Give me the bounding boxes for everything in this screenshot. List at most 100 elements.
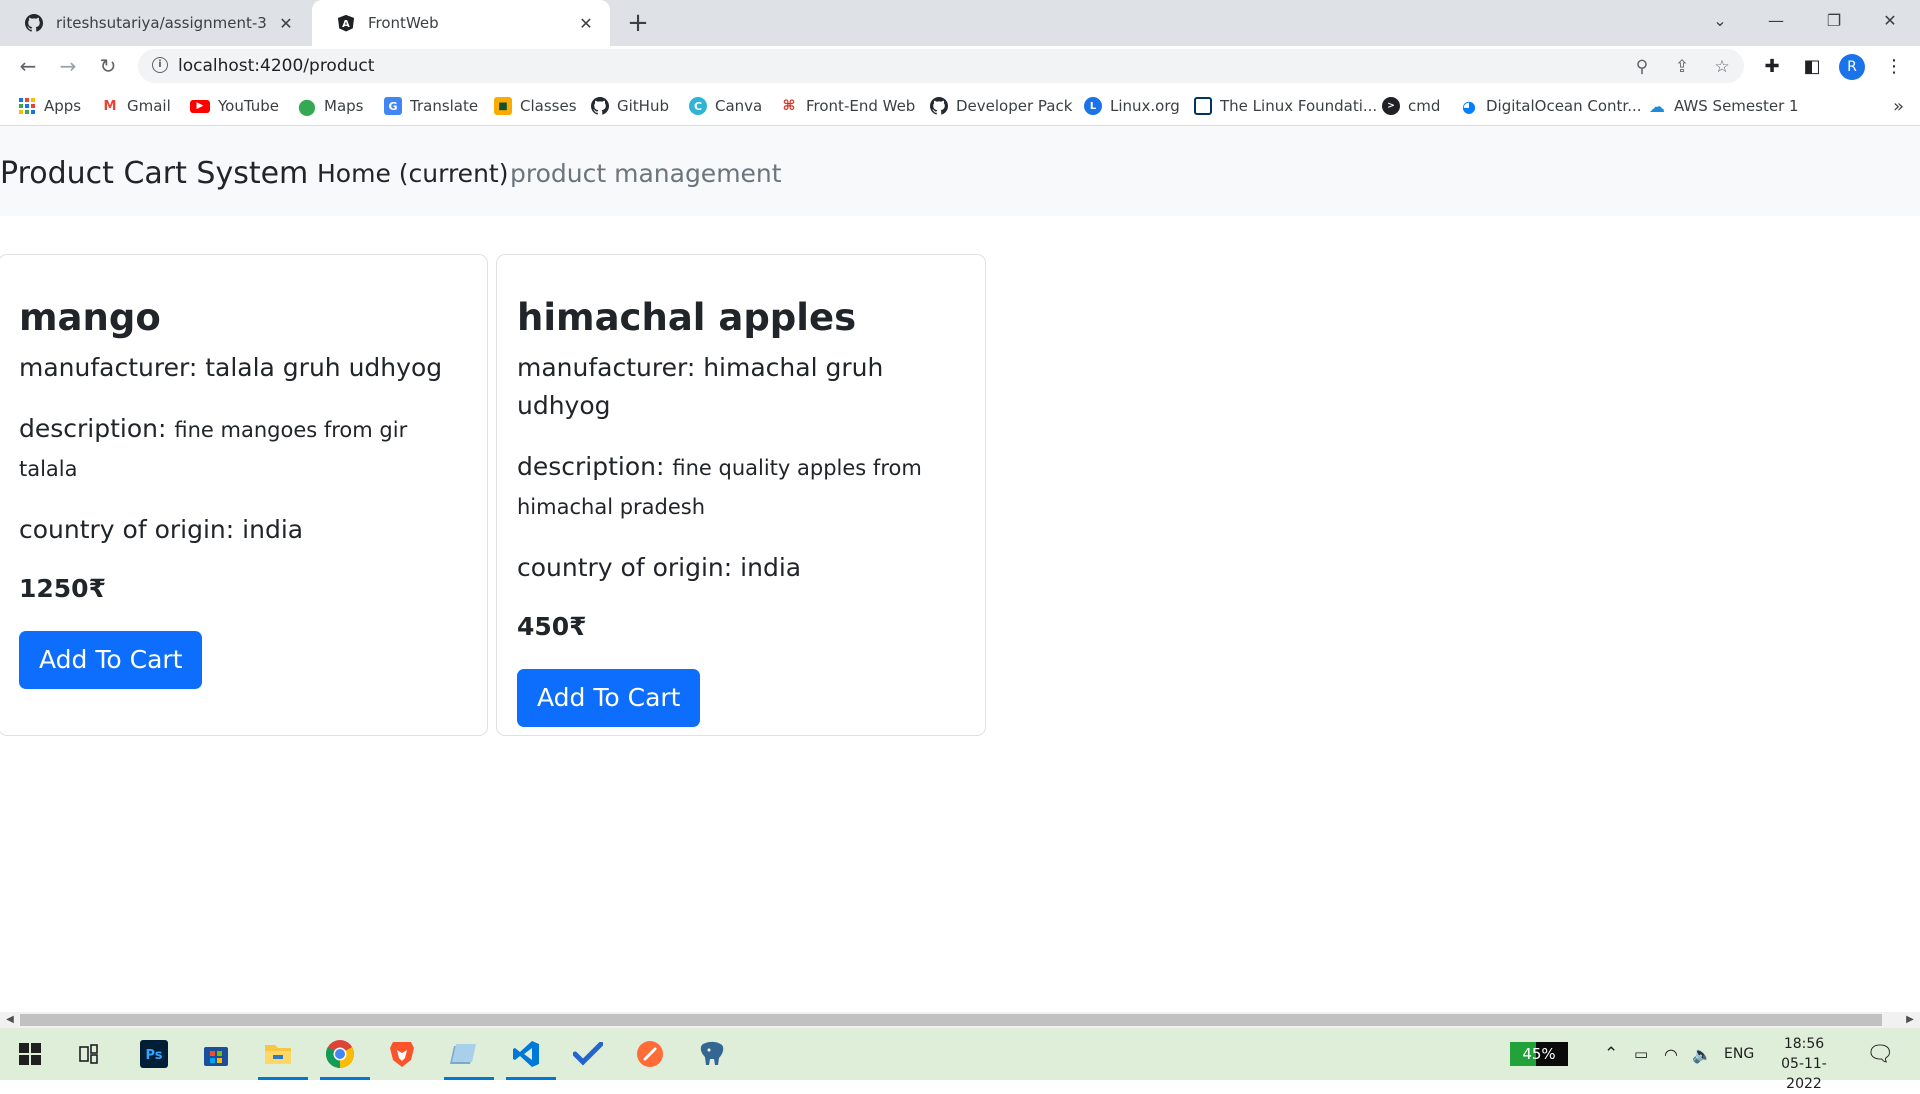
linux-org-icon: L: [1084, 97, 1102, 115]
classroom-icon: ■: [494, 97, 512, 115]
brave-icon[interactable]: [382, 1034, 422, 1074]
bookmark-label: The Linux Foundati...: [1220, 97, 1378, 115]
notepad-app-icon[interactable]: [444, 1034, 494, 1080]
side-panel-icon[interactable]: ◧: [1796, 50, 1828, 82]
bookmark-github[interactable]: GitHub: [591, 86, 669, 126]
bookmark-label: YouTube: [218, 97, 279, 115]
show-hidden-icons-chevron-icon[interactable]: ⌃: [1604, 1028, 1618, 1080]
product-origin: country of origin: india: [19, 511, 449, 549]
nav-link-product-management[interactable]: product management: [510, 126, 782, 222]
cmd-icon: >: [1382, 97, 1400, 115]
postman-icon[interactable]: [630, 1034, 670, 1074]
origin-label: country of origin:: [19, 515, 243, 544]
bookmark-label: Maps: [324, 97, 364, 115]
photoshop-icon[interactable]: Ps: [134, 1034, 174, 1074]
clock-time: 18:56: [1783, 1036, 1825, 1052]
zoom-icon[interactable]: ⚲: [1632, 57, 1652, 77]
windows-start-icon[interactable]: [10, 1034, 50, 1074]
bookmark-front-end-web[interactable]: ⌘ Front-End Web: [780, 86, 916, 126]
profile-avatar[interactable]: R: [1839, 54, 1865, 80]
bookmark-star-icon[interactable]: ☆: [1712, 57, 1732, 77]
todo-checkmark-icon[interactable]: [568, 1034, 608, 1074]
bookmark-label: AWS Semester 1: [1674, 97, 1799, 115]
page-viewport: Product Cart System Home (current) produ…: [0, 126, 1920, 1012]
notifications-icon[interactable]: 🗨: [1866, 1028, 1894, 1080]
bookmark-gmail[interactable]: M Gmail: [101, 86, 171, 126]
address-bar[interactable]: i localhost:4200/product ⚲ ⇪ ☆: [138, 49, 1744, 83]
linux-foundation-icon: [1194, 97, 1212, 115]
bookmarks-overflow-icon[interactable]: »: [1893, 86, 1904, 126]
bookmark-youtube[interactable]: ▶ YouTube: [190, 86, 279, 126]
volume-icon[interactable]: 🔈: [1692, 1028, 1712, 1080]
bookmark-linux-foundation[interactable]: The Linux Foundati...: [1194, 86, 1377, 126]
tab-frontweb[interactable]: A FrontWeb ✕: [312, 0, 610, 46]
close-window-button[interactable]: ✕: [1862, 0, 1918, 40]
task-view-icon[interactable]: [70, 1034, 110, 1074]
tab-github-assignment[interactable]: riteshsutariya/assignment-3 ✕: [0, 0, 310, 46]
bookmark-label: DigitalOcean Contr...: [1486, 97, 1642, 115]
product-manufacturer: manufacturer: talala gruh udhyog: [19, 349, 449, 387]
scrollbar-thumb[interactable]: [20, 1014, 1882, 1026]
bookmark-label: Developer Pack: [956, 97, 1073, 115]
nav-link-home[interactable]: Home (current): [317, 126, 508, 222]
origin-label: country of origin:: [517, 553, 741, 582]
reload-icon[interactable]: ↻: [92, 50, 124, 82]
angular-icon: A: [336, 13, 356, 33]
wifi-icon[interactable]: ◠: [1664, 1028, 1678, 1080]
bookmark-canva[interactable]: C Canva: [689, 86, 762, 126]
bookmark-label: Apps: [44, 97, 82, 115]
bookmark-label: Canva: [715, 97, 763, 115]
new-tab-button[interactable]: +: [622, 7, 654, 39]
bookmark-maps[interactable]: ⬤ Maps: [298, 86, 363, 126]
microsoft-store-icon[interactable]: [196, 1034, 236, 1074]
forward-arrow-icon[interactable]: →: [52, 50, 84, 82]
bookmark-label: Front-End Web: [806, 97, 916, 115]
battery-icon[interactable]: ▭: [1634, 1028, 1648, 1080]
scroll-right-arrow-icon[interactable]: ▶: [1902, 1012, 1918, 1028]
product-price: 450₹: [517, 612, 587, 641]
url-text[interactable]: localhost:4200/product: [178, 49, 374, 83]
clock-date: 05-11-2022: [1781, 1056, 1827, 1092]
bookmark-translate[interactable]: G Translate: [384, 86, 478, 126]
bookmark-apps[interactable]: Apps: [18, 86, 81, 126]
github-icon: [24, 13, 44, 33]
back-arrow-icon[interactable]: ←: [12, 50, 44, 82]
language-indicator[interactable]: ENG: [1724, 1028, 1754, 1080]
close-icon[interactable]: ✕: [574, 11, 598, 35]
postgresql-elephant-icon[interactable]: [692, 1034, 732, 1074]
battery-indicator[interactable]: 45%: [1510, 1042, 1568, 1066]
bookmark-label: Translate: [410, 97, 479, 115]
add-to-cart-button[interactable]: Add To Cart: [517, 669, 701, 727]
close-icon[interactable]: ✕: [274, 11, 298, 35]
bookmark-linux-org[interactable]: L Linux.org: [1084, 86, 1180, 126]
svg-text:Ps: Ps: [145, 1048, 162, 1063]
bookmark-classes[interactable]: ■ Classes: [494, 86, 577, 126]
frontend-icon: ⌘: [782, 98, 796, 114]
chrome-icon[interactable]: [320, 1034, 370, 1080]
scroll-left-arrow-icon[interactable]: ◀: [2, 1012, 18, 1028]
file-explorer-icon[interactable]: [258, 1034, 308, 1080]
bookmark-label: GitHub: [617, 97, 669, 115]
restore-button[interactable]: ❐: [1806, 0, 1862, 40]
horizontal-scrollbar[interactable]: ◀ ▶: [0, 1012, 1920, 1028]
bookmark-cmd[interactable]: > cmd: [1382, 86, 1440, 126]
vscode-icon[interactable]: [506, 1034, 556, 1080]
system-clock[interactable]: 18:56 05-11-2022: [1764, 1034, 1844, 1094]
navbar-brand[interactable]: Product Cart System: [0, 126, 308, 222]
bookmark-developer-pack[interactable]: Developer Pack: [930, 86, 1072, 126]
manufacturer-label: manufacturer:: [19, 353, 206, 382]
extensions-puzzle-icon[interactable]: ✚: [1756, 50, 1788, 82]
bookmarks-bar: Apps M Gmail ▶ YouTube ⬤ Maps G Translat…: [0, 86, 1920, 126]
bookmark-label: Classes: [520, 97, 577, 115]
add-to-cart-button[interactable]: Add To Cart: [19, 631, 203, 689]
menu-kebab-icon[interactable]: ⋮: [1878, 50, 1910, 82]
tab-search-chevron-icon[interactable]: ⌄: [1692, 0, 1748, 40]
site-info-icon[interactable]: i: [152, 57, 168, 73]
bookmark-aws-semester-1[interactable]: ☁ AWS Semester 1: [1648, 86, 1799, 126]
product-origin: country of origin: india: [517, 549, 947, 587]
bookmark-digitalocean[interactable]: ◕ DigitalOcean Contr...: [1460, 86, 1642, 126]
share-icon[interactable]: ⇪: [1672, 57, 1692, 77]
bookmark-label: Gmail: [127, 97, 171, 115]
minimize-button[interactable]: —: [1748, 0, 1804, 40]
description-label: description:: [19, 414, 175, 443]
